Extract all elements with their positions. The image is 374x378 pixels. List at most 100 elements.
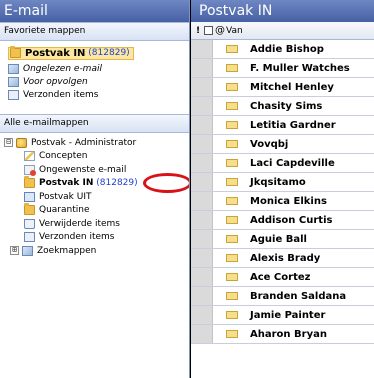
tree-item-search-folders[interactable]: ⊞ Zoekmappen [4, 244, 189, 258]
envelope-icon [226, 254, 238, 262]
envelope-icon [226, 197, 238, 205]
message-row[interactable]: Monica Elkins [191, 192, 374, 211]
row-gutter [191, 249, 213, 267]
message-row[interactable]: Ace Cortez [191, 268, 374, 287]
sent-items-icon [24, 232, 35, 243]
favorite-unread[interactable]: Ongelezen e-mail [8, 62, 189, 75]
message-sender: Mitchel Henley [250, 81, 334, 93]
message-row[interactable]: Jkqsitamo [191, 173, 374, 192]
message-sender: Monica Elkins [250, 195, 327, 207]
message-list: Addie Bishop F. Muller Watches Mitchel Hen… [191, 40, 374, 344]
message-row[interactable]: Mitchel Henley [191, 78, 374, 97]
envelope-icon [226, 330, 238, 338]
message-row[interactable]: Addison Curtis [191, 211, 374, 230]
envelope-icon [226, 273, 238, 281]
inbox-folder-icon [10, 46, 21, 58]
importance-column[interactable]: ! [194, 26, 202, 36]
document-icon[interactable] [204, 26, 213, 35]
unread-count: (812829) [88, 48, 130, 58]
drafts-icon [24, 151, 35, 162]
row-gutter [191, 230, 213, 248]
from-column[interactable]: Van [226, 26, 243, 36]
search-folder-icon [8, 76, 19, 87]
favorite-label: Voor opvolgen [23, 76, 88, 87]
row-gutter [191, 325, 213, 343]
tree-item-label: Verzonden items [39, 232, 115, 243]
row-gutter [191, 116, 213, 134]
tree-root-mailbox[interactable]: ⊟ Postvak - Administrator [4, 136, 189, 150]
envelope-icon [226, 64, 238, 72]
tree-item-outbox[interactable]: Postvak UIT [4, 190, 189, 204]
tree-item-label: Verwijderde items [39, 218, 120, 229]
envelope-icon [226, 292, 238, 300]
message-sender: Aguie Ball [250, 233, 307, 245]
message-sender: Chasity Sims [250, 100, 323, 112]
tree-item-label: Quarantine [39, 205, 90, 216]
envelope-icon [226, 235, 238, 243]
envelope-icon [226, 102, 238, 110]
message-row[interactable]: Letitia Gardner [191, 116, 374, 135]
row-gutter [191, 40, 213, 58]
message-row[interactable]: Vovqbj [191, 135, 374, 154]
envelope-icon [226, 121, 238, 129]
favorite-follow-up[interactable]: Voor opvolgen [8, 75, 189, 88]
tree-item-deleted[interactable]: Verwijderde items [4, 217, 189, 231]
message-sender: Laci Capdeville [250, 157, 335, 169]
row-gutter [191, 173, 213, 191]
message-row[interactable]: F. Muller Watches [191, 59, 374, 78]
folder-icon [24, 203, 35, 216]
pane-title: E-mail [0, 0, 189, 22]
tree-item-label: Postvak - Administrator [31, 137, 137, 148]
message-sender: Branden Saldana [250, 290, 347, 302]
envelope-icon [226, 311, 238, 319]
junk-mail-icon [24, 164, 36, 176]
tree-item-sent[interactable]: Verzonden items [4, 231, 189, 245]
envelope-icon [226, 159, 238, 167]
folder-tree: ⊟ Postvak - Administrator Concepten Onge… [0, 133, 189, 258]
envelope-icon [226, 216, 238, 224]
all-folders-section-header[interactable]: Alle e-mailmappen [0, 114, 189, 133]
tree-item-inbox[interactable]: Postvak IN (812829) [4, 172, 189, 193]
column-headers: ! @ Van [191, 22, 374, 40]
inbox-folder-icon [24, 176, 35, 189]
search-folder-icon [8, 63, 19, 74]
favorite-sent[interactable]: Verzonden items [8, 88, 189, 101]
message-row[interactable]: Addie Bishop [191, 40, 374, 59]
row-gutter [191, 287, 213, 305]
tree-item-quarantine[interactable]: Quarantine [4, 203, 189, 218]
row-gutter [191, 135, 213, 153]
tree-item-label: Concepten [39, 151, 88, 162]
outbox-icon [24, 191, 35, 202]
collapse-icon[interactable]: ⊟ [4, 138, 13, 148]
message-sender: Ace Cortez [250, 271, 311, 283]
favorite-label: Verzonden items [23, 89, 99, 100]
message-sender: F. Muller Watches [250, 62, 350, 74]
unread-count: (812829) [96, 178, 138, 189]
attachment-column[interactable]: @ [215, 25, 225, 36]
message-sender: Jkqsitamo [250, 176, 306, 188]
row-gutter [191, 97, 213, 115]
message-sender: Jamie Painter [250, 309, 326, 321]
message-row[interactable]: Branden Saldana [191, 287, 374, 306]
envelope-icon [226, 178, 238, 186]
favorites-section-header[interactable]: Favoriete mappen [0, 22, 189, 41]
message-row[interactable]: Aguie Ball [191, 230, 374, 249]
row-gutter [191, 306, 213, 324]
favorite-inbox[interactable]: Postvak IN (812829) [8, 45, 189, 61]
tree-item-drafts[interactable]: Concepten [4, 150, 189, 164]
envelope-icon [226, 140, 238, 148]
message-row[interactable]: Chasity Sims [191, 97, 374, 116]
row-gutter [191, 268, 213, 286]
message-row[interactable]: Laci Capdeville [191, 154, 374, 173]
message-row[interactable]: Alexis Brady [191, 249, 374, 268]
expand-icon[interactable]: ⊞ [10, 246, 19, 256]
message-sender: Letitia Gardner [250, 119, 336, 131]
message-row[interactable]: Aharon Bryan [191, 325, 374, 344]
message-sender: Vovqbj [250, 138, 289, 150]
message-sender: Alexis Brady [250, 252, 321, 264]
mailbox-icon [16, 137, 27, 148]
message-row[interactable]: Jamie Painter [191, 306, 374, 325]
tree-item-junk[interactable]: Ongewenste e-mail [4, 163, 189, 177]
message-sender: Aharon Bryan [250, 328, 327, 340]
envelope-icon [226, 83, 238, 91]
